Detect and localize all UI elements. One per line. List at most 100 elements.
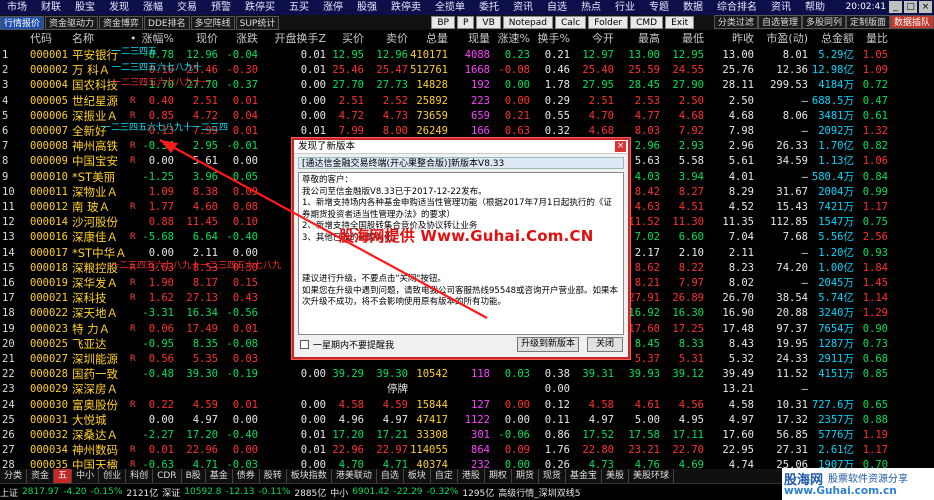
bottom-tab[interactable]: B股 [182, 469, 206, 483]
tool-button[interactable]: P [456, 16, 475, 29]
bottom-tab[interactable]: 美股 [602, 469, 629, 483]
tool-button[interactable]: Notepad [502, 16, 553, 29]
cell-prev: 4.74 [728, 459, 754, 469]
column-header[interactable]: 涨跌 [218, 30, 258, 47]
bottom-tab[interactable]: 自选 [377, 469, 404, 483]
view-tab[interactable]: DDE排名 [144, 15, 190, 30]
bottom-tab[interactable]: 现货 [539, 469, 566, 483]
cell-name: 中国天楹 [72, 458, 118, 469]
bottom-tab[interactable]: 港股 [458, 469, 485, 483]
menu-item[interactable]: 资讯 [764, 0, 798, 15]
tool-button[interactable]: VB [476, 16, 501, 29]
bottom-tab[interactable]: 分类 [0, 469, 28, 483]
column-header[interactable]: 总金额 [808, 30, 854, 47]
menu-item[interactable]: 数据 [676, 0, 710, 15]
right-tab[interactable]: 数据插队 [889, 15, 934, 29]
bottom-tab[interactable]: 期货 [512, 469, 539, 483]
bottom-tab[interactable]: 期权 [485, 469, 512, 483]
menu-item[interactable]: 专题 [642, 0, 676, 15]
dialog-paragraph: 1、新增支持场内各种基金申购适当性管理功能（根据2017年7月1日起执行的《证券… [302, 198, 612, 220]
bottom-tab[interactable]: 港美联动 [332, 469, 377, 483]
bottom-tab[interactable]: 五 [54, 469, 73, 483]
menu-item[interactable]: 股宝 [68, 0, 102, 15]
column-header[interactable]: • [130, 30, 138, 47]
column-header[interactable]: 涨幅% [138, 30, 174, 47]
bottom-tab[interactable]: 板块指数 [287, 469, 332, 483]
close-icon[interactable]: × [615, 141, 626, 152]
column-header[interactable]: 开盘换手Z [262, 30, 326, 47]
bottom-tab[interactable]: 科创 [126, 469, 154, 483]
menu-item[interactable]: 交易 [170, 0, 204, 15]
bottom-tab[interactable]: 股转 [260, 469, 287, 483]
dialog-close-button[interactable]: 关闭 [587, 337, 623, 352]
maximize-icon[interactable]: □ [904, 1, 917, 13]
bottom-tab[interactable]: 美股环球 [629, 469, 674, 483]
status-sz-val: 10592.8 [184, 487, 222, 497]
view-tab[interactable]: 行情报价 [0, 15, 45, 30]
menu-item[interactable]: 热点 [574, 0, 608, 15]
menu-item[interactable]: 资讯 [506, 0, 540, 15]
column-header[interactable]: 今开 [570, 30, 614, 47]
remind-checkbox[interactable] [300, 340, 309, 349]
menu-item[interactable]: 股强 [350, 0, 384, 15]
window-controls: _ □ × [889, 1, 932, 13]
tool-button[interactable]: Folder [588, 16, 629, 29]
view-tab[interactable]: 多空阵线 [190, 15, 235, 30]
tool-button[interactable]: Exit [665, 16, 695, 29]
menu-item[interactable]: 跌停买 [238, 0, 282, 15]
tool-button[interactable]: CMD [630, 16, 664, 29]
menu-item[interactable]: 财联 [34, 0, 68, 15]
column-header[interactable]: 代码 [30, 30, 74, 47]
bottom-tab[interactable]: 自定 [431, 469, 458, 483]
menu-item[interactable]: 发现 [102, 0, 136, 15]
column-header[interactable]: 市盈(动) [754, 30, 808, 47]
view-tab[interactable]: SUP统计 [235, 15, 280, 30]
column-header[interactable]: 最高 [614, 30, 660, 47]
menu-item[interactable]: 涨幅 [136, 0, 170, 15]
upgrade-button[interactable]: 升级到新版本 [517, 337, 579, 352]
bottom-tab[interactable]: 板块 [404, 469, 431, 483]
column-header[interactable]: 昨收 [704, 30, 754, 47]
bottom-tab[interactable]: 中小 [72, 469, 100, 483]
bottom-tab[interactable]: 债券 [233, 469, 260, 483]
bottom-tab[interactable]: 资金 [27, 469, 55, 483]
menu-item[interactable]: 市场 [0, 0, 34, 15]
column-header[interactable]: 总量 [408, 30, 448, 47]
column-header[interactable]: 涨速% [490, 30, 530, 47]
menu-item[interactable]: 综合排名 [710, 0, 764, 15]
column-header[interactable]: 现价 [176, 30, 218, 47]
menu-item[interactable]: 跌停卖 [384, 0, 428, 15]
view-tab[interactable]: 资金博弈 [99, 15, 144, 30]
menu-item[interactable]: 全揽单 [428, 0, 472, 15]
column-header[interactable]: 卖价 [364, 30, 408, 47]
right-tab[interactable]: 分类过滤 [713, 15, 758, 29]
menu-item[interactable]: 涨停 [316, 0, 350, 15]
tool-button[interactable]: Calc [555, 16, 587, 29]
column-header[interactable]: 量比 [854, 30, 888, 47]
status-zx-chg: -22.29 [393, 487, 423, 497]
bottom-tab[interactable]: 基金 [206, 469, 233, 483]
cell-price: 4.71 [192, 459, 218, 469]
menu-item[interactable]: 委托 [472, 0, 506, 15]
bottom-tab[interactable]: 创业 [99, 469, 127, 483]
menu-item[interactable]: 帮助 [798, 0, 832, 15]
column-header[interactable]: 换手% [530, 30, 570, 47]
minimize-icon[interactable]: _ [889, 1, 902, 13]
view-tab[interactable]: 资金驱动力 [45, 15, 99, 30]
menu-item[interactable]: 自选 [540, 0, 574, 15]
status-sh-val: 2817.97 [22, 487, 60, 497]
column-header[interactable]: 名称 [72, 30, 130, 47]
column-header[interactable]: 买价 [326, 30, 364, 47]
right-tab[interactable]: 定制版面 [845, 15, 890, 29]
menu-item[interactable]: 预警 [204, 0, 238, 15]
bottom-tab[interactable]: 基金宝 [566, 469, 602, 483]
column-header[interactable]: 现量 [448, 30, 490, 47]
column-header[interactable]: 最低 [660, 30, 704, 47]
menu-item[interactable]: 五买 [282, 0, 316, 15]
bottom-tab[interactable]: CDR [153, 469, 182, 483]
menu-item[interactable]: 行业 [608, 0, 642, 15]
right-tab[interactable]: 多股同列 [801, 15, 846, 29]
close-window-icon[interactable]: × [919, 1, 932, 13]
right-tab[interactable]: 自选管理 [757, 15, 802, 29]
tool-button[interactable]: BP [431, 16, 455, 29]
